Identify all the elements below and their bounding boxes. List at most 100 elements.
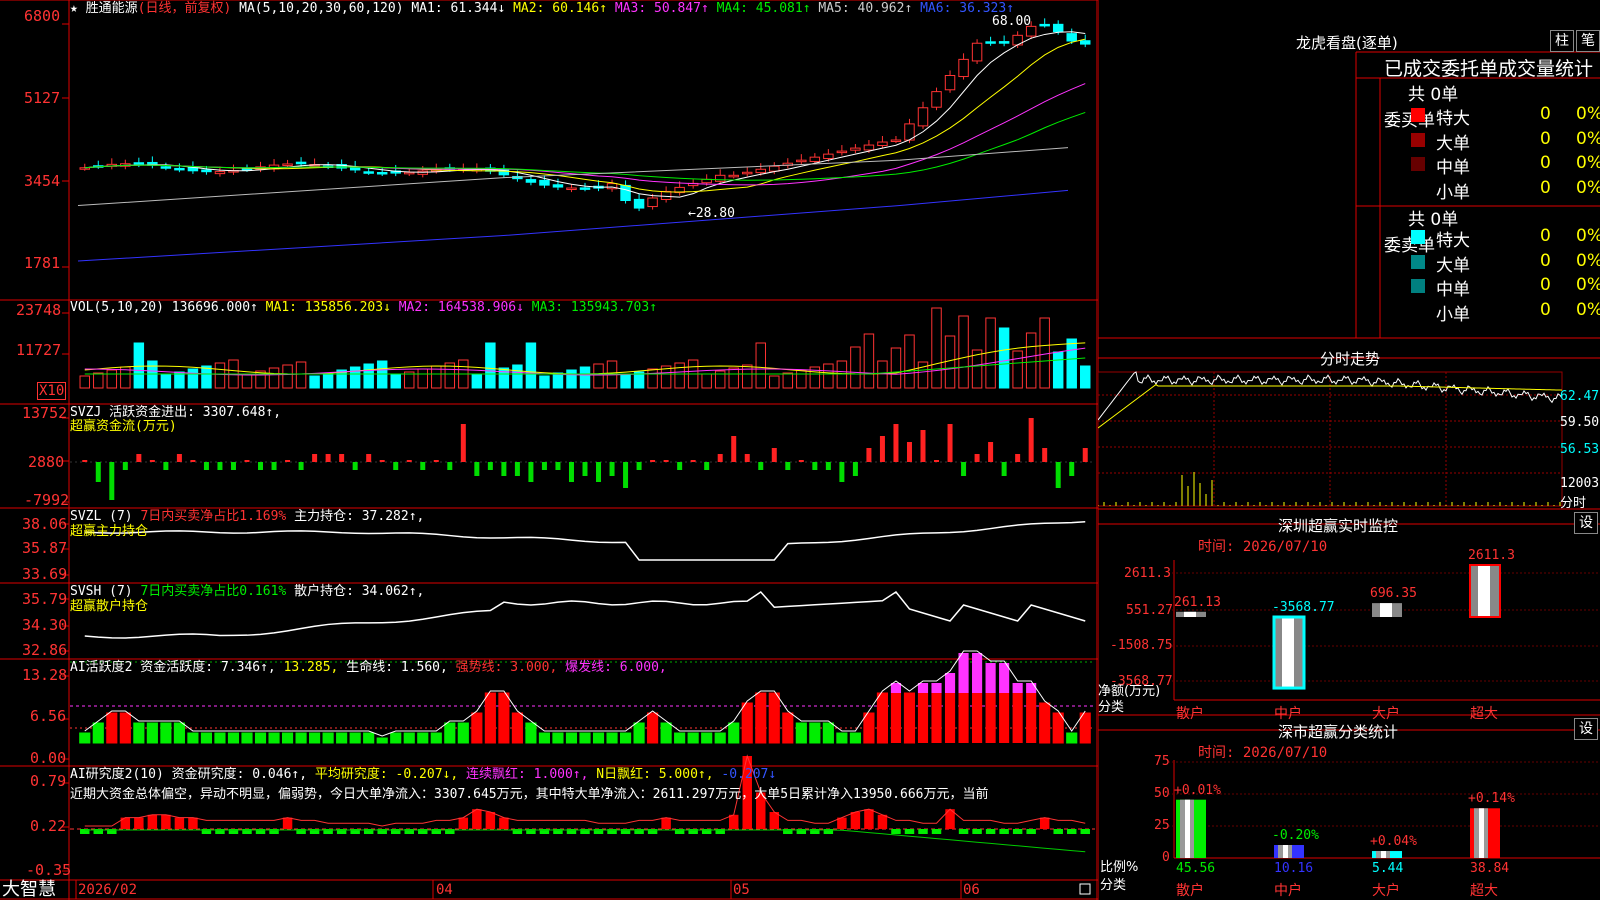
volume-bar [579,366,591,389]
ai1-bar [822,722,834,744]
ai2-bar [985,829,996,834]
sell-row-pct: 0% [1576,299,1600,320]
ai2-bar [972,829,982,834]
volume-bar [742,364,753,389]
vol-ma1: MA1: 135856.203↓ [265,300,391,315]
ai1-bar-top [958,653,969,693]
ai2-bar [931,829,942,834]
buy-row-pct: 0% [1576,177,1600,198]
sell-row-count: 0 [1540,226,1551,246]
candle-body [539,179,550,186]
svzj-bar [393,462,399,470]
ai2-bar [188,817,198,829]
candle-body [917,107,929,127]
sz-bar-label: -3568.77 [1272,600,1335,615]
svsh-holding: 散户持仓: 34.062↑, [294,584,425,599]
candle-body [579,187,591,190]
sz-settings-button[interactable]: 设 [1574,512,1598,534]
candle-body [971,42,983,62]
ai1-bar [92,722,104,744]
ai1-bar [972,693,983,743]
candle-body [890,139,902,143]
volume-bar [309,375,320,389]
volume-bar [160,374,172,389]
favorite-star-icon[interactable]: ★ [70,1,78,16]
dist-bar-highlight [1283,844,1288,858]
svzj-bar [203,462,209,470]
ai1-bar [782,712,794,744]
kline-chart-area[interactable]: ★ 胜通能源(日线，前复权) MA(5,10,20,30,60,120) MA1… [0,0,1098,900]
ai1-bar [498,692,510,744]
candle-body [566,187,577,191]
svzj-bar [406,460,412,462]
ai1-bar [768,692,780,744]
svzj-bar [95,462,101,482]
intraday-tab-label[interactable]: 分时 [1560,492,1586,511]
ai1-bar [985,693,996,743]
lock-icon [1079,883,1091,895]
ai1-bar [701,732,713,744]
sell-row-count: 0 [1540,299,1551,320]
volume-bar [106,369,118,389]
vol-unit-label[interactable]: X10 [37,382,67,400]
ai2-bar [877,814,888,829]
ma6-line [77,189,1069,262]
ai1-bar [890,693,902,743]
ai1-bar [999,693,1010,743]
ai2-comment: 近期大资金总体偏空，异动不明显，偏弱势，今日大单净流入：3307.645万元，其… [70,787,989,802]
candle-body [633,198,645,209]
svzl-y-label: 35.87 [22,539,68,557]
volume-series [79,307,1091,389]
ai1-bar [552,732,564,744]
ai1-bar [931,693,942,743]
svsh-title: SVSH (7) [70,584,133,599]
svzj-bar [1055,462,1061,488]
svzj-bar [366,454,372,462]
volume-bar [93,372,104,389]
bar-mode-button[interactable]: 柱 [1550,30,1574,52]
volume-bar [1080,365,1091,389]
sell-row-label: 小单 [1436,304,1470,325]
main-y-label: 6800 [24,7,61,25]
svzj-bar [514,462,520,476]
svzj-bar [879,436,885,462]
svzl-y-label: 38.06 [22,515,68,533]
candle-body [620,184,631,202]
ai1-bar [903,692,916,744]
ai1-bar [133,722,145,744]
candle-body [660,190,672,200]
candle-body [877,141,888,147]
svzj-bar [379,460,385,462]
dist-settings-button[interactable]: 设 [1574,718,1598,740]
ai1-bar [322,732,334,744]
svsh-y-label: 35.79 [22,590,68,608]
volume-bar [322,372,334,389]
buy-row-label: 特大 [1436,109,1470,129]
volume-bar [390,374,401,389]
sz-bar [1469,564,1501,618]
ai2-bar [1053,829,1063,834]
ai1-bar [376,737,388,744]
kline-chart-svg[interactable] [0,0,1098,900]
ai1-bar [647,712,659,744]
dist-bar-highlight [1381,851,1386,858]
sz-unit-label: 分类 [1098,700,1125,715]
svzj-bar [988,442,994,462]
sz-time: 时间: 2026/07/10 [1198,539,1328,555]
ai1-bar [484,692,496,744]
volume-bar [201,365,212,389]
pen-mode-button[interactable]: 笔 [1576,30,1600,52]
low-price-label: ←28.80 [688,206,735,221]
svzj-bar [352,462,358,470]
ai1-bar [511,712,523,744]
dist-y-label: 25 [1154,818,1170,833]
svzj-bar [731,436,737,462]
ai1-strong: 强势线: 3.000, [455,660,558,675]
buy-row-color-swatch [1411,108,1425,122]
ai2-n-red: N日飘红: 5.000↑, [596,767,714,782]
candle-body [133,162,145,165]
ai2-bar [850,812,861,829]
volume-bar [552,372,564,389]
volume-bar [850,346,861,389]
ai1-bar [268,732,280,744]
